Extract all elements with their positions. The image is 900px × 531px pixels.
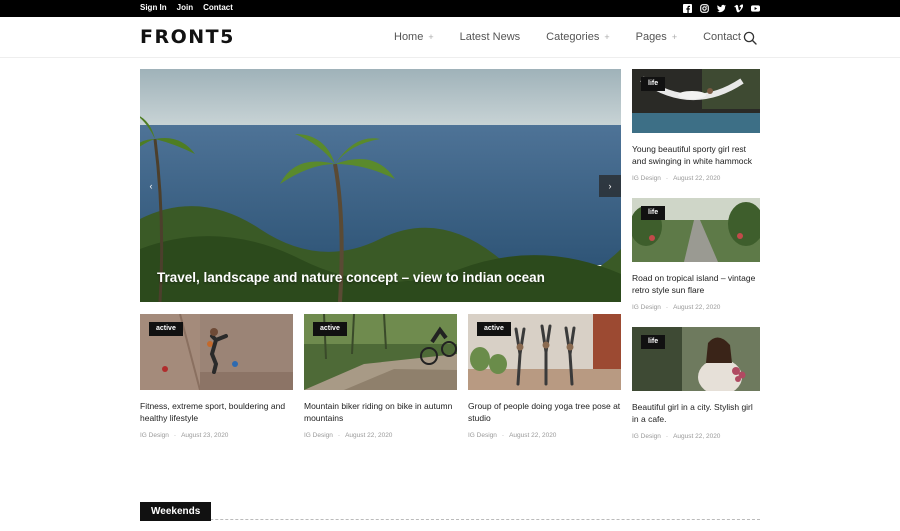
article-title[interactable]: Road on tropical island – vintage retro … (632, 273, 760, 296)
category-badge[interactable]: active (313, 322, 347, 336)
expand-icon: + (428, 32, 434, 42)
article-title[interactable]: Mountain biker riding on bike in autumn … (304, 401, 457, 424)
join-link[interactable]: Join (177, 3, 193, 12)
article-meta: IG Design - August 22, 2020 (632, 304, 760, 311)
site-header: FRONT5 Home + Latest News Categories + Pag… (0, 17, 900, 58)
youtube-icon[interactable] (751, 4, 760, 13)
category-badge[interactable]: life (641, 77, 666, 91)
category-badge[interactable]: life (641, 335, 666, 349)
article-thumbnail[interactable]: life (632, 69, 760, 133)
author-name[interactable]: IG Design (140, 432, 169, 439)
account-links: Sign In Join Contact (140, 3, 233, 12)
social-links (683, 4, 760, 13)
sidebar-post[interactable]: life Road on tropical island – vintage r… (632, 198, 760, 311)
article-title[interactable]: Fitness, extreme sport, bouldering and h… (140, 401, 293, 424)
article-meta: IG Design - August 22, 2020 (632, 175, 760, 182)
facebook-icon[interactable] (683, 4, 692, 13)
publish-date: August 22, 2020 (673, 304, 721, 311)
article-thumbnail[interactable]: active (468, 314, 621, 390)
article-thumbnail[interactable]: life (632, 327, 760, 391)
meta-separator: - (501, 432, 505, 439)
main-nav: Home + Latest News Categories + Pages + Con… (394, 31, 767, 43)
publish-date: August 22, 2020 (673, 433, 721, 440)
section-title[interactable]: Weekends (140, 502, 212, 521)
article-card[interactable]: active Group of people doing yoga tree p… (468, 314, 621, 439)
article-title[interactable]: Group of people doing yoga tree pose at … (468, 401, 621, 424)
category-badge[interactable]: life (641, 206, 666, 220)
article-title[interactable]: Young beautiful sporty girl rest and swi… (632, 144, 760, 167)
article-meta: IG Design - August 23, 2020 (140, 432, 293, 439)
publish-date: August 23, 2020 (181, 432, 229, 439)
article-card[interactable]: active Fitness, extreme sport, boulderin… (140, 314, 293, 439)
expand-icon: + (671, 32, 678, 42)
nav-label: Contact (703, 31, 741, 43)
article-thumbnail[interactable]: active (140, 314, 293, 390)
nav-item-contact[interactable]: Contact (703, 31, 741, 43)
publish-date: August 22, 2020 (345, 432, 393, 439)
slider-prev-button[interactable]: ‹ (140, 175, 162, 197)
vimeo-icon[interactable] (734, 4, 743, 13)
twitter-icon[interactable] (717, 4, 726, 13)
search-icon[interactable] (743, 31, 757, 45)
category-badge[interactable]: active (149, 322, 183, 336)
publish-date: August 22, 2020 (509, 432, 557, 439)
nav-label: Latest News (459, 31, 521, 43)
hero-title[interactable]: Travel, landscape and nature concept – v… (157, 270, 545, 285)
nav-item-home[interactable]: Home + (394, 31, 434, 43)
sign-in-link[interactable]: Sign In (140, 3, 167, 12)
instagram-icon[interactable] (700, 4, 709, 13)
article-title[interactable]: Beautiful girl in a city. Stylish girl i… (632, 402, 760, 425)
article-thumbnail[interactable]: active (304, 314, 457, 390)
meta-separator: - (665, 175, 669, 182)
slider-next-button[interactable]: › (599, 175, 621, 197)
nav-item-categories[interactable]: Categories + (546, 31, 609, 43)
meta-separator: - (337, 432, 341, 439)
meta-separator: - (665, 433, 669, 440)
article-meta: IG Design - August 22, 2020 (468, 432, 621, 439)
article-card[interactable]: active Mountain biker riding on bike in … (304, 314, 457, 439)
author-name[interactable]: IG Design (304, 432, 333, 439)
meta-separator: - (173, 432, 177, 439)
site-logo[interactable]: FRONT5 (140, 27, 235, 47)
category-badge[interactable]: active (477, 322, 511, 336)
expand-icon: + (604, 32, 610, 42)
nav-label: Pages (635, 31, 667, 43)
sidebar-post[interactable]: life Young beautiful sporty girl rest an… (632, 69, 760, 182)
sidebar-post[interactable]: life Beautiful girl in a city. Stylish g… (632, 327, 760, 440)
author-name[interactable]: IG Design (632, 175, 661, 182)
article-meta: IG Design - August 22, 2020 (304, 432, 457, 439)
top-bar: Sign In Join Contact (0, 0, 900, 17)
publish-date: August 22, 2020 (673, 175, 721, 182)
contact-link[interactable]: Contact (203, 3, 233, 12)
article-thumbnail[interactable]: life (632, 198, 760, 262)
nav-item-latest-news[interactable]: Latest News (460, 31, 521, 43)
nav-label: Categories (546, 31, 600, 43)
article-meta: IG Design - August 22, 2020 (632, 433, 760, 440)
nav-item-pages[interactable]: Pages + (636, 31, 677, 43)
author-name[interactable]: IG Design (468, 432, 497, 439)
section-header-weekends: Weekends (140, 501, 760, 521)
author-name[interactable]: IG Design (632, 433, 661, 440)
nav-label: Home (394, 31, 424, 43)
meta-separator: - (665, 304, 669, 311)
author-name[interactable]: IG Design (632, 304, 661, 311)
hero-image (140, 69, 621, 302)
hero-slide[interactable]: Travel, landscape and nature concept – v… (140, 69, 621, 302)
